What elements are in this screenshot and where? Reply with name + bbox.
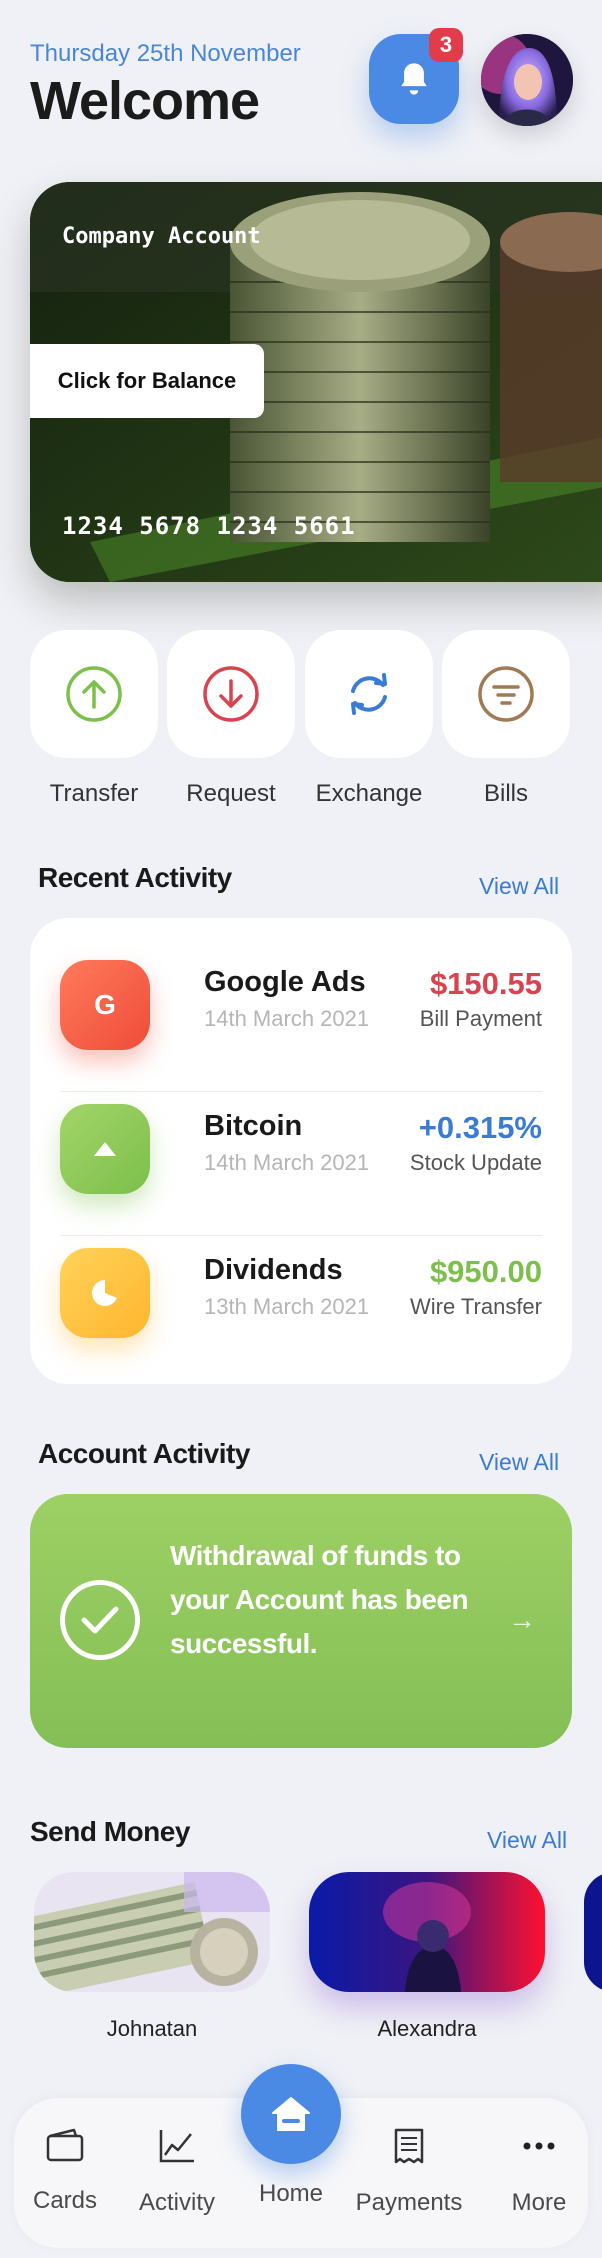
activity-amount: $150.55: [429, 966, 542, 1001]
activity-row-dividends[interactable]: Dividends 13th March 2021 $950.00 Wire T…: [60, 1236, 542, 1380]
account-card[interactable]: Company Account Click for Balance 1234 5…: [30, 182, 602, 582]
nav-cards[interactable]: Cards: [10, 2128, 120, 2215]
bills-action[interactable]: Bills: [442, 630, 570, 808]
activity-date: 14th March 2021: [204, 1150, 370, 1175]
nav-home-label[interactable]: Home: [241, 2180, 341, 2208]
contact-johnatan[interactable]: Johnatan: [34, 1872, 270, 2042]
contact-name: Alexandra: [377, 2016, 477, 2041]
filter-circle-icon: [478, 666, 534, 722]
account-activity-title: Account Activity: [38, 1438, 250, 1469]
nav-label: Activity: [138, 2189, 215, 2216]
contact-photo: [34, 1872, 270, 1992]
account-name: Company Account: [62, 224, 261, 249]
home-icon: [272, 2097, 310, 2131]
contact-alexandra[interactable]: Alexandra: [309, 1872, 545, 2042]
activity-type: Stock Update: [409, 1150, 542, 1175]
request-action[interactable]: Request: [167, 630, 295, 808]
nav-label: Payments: [355, 2189, 463, 2216]
account-activity-view-all-link[interactable]: View All: [479, 1449, 559, 1476]
avatar-image: [481, 34, 573, 126]
nav-payments[interactable]: Payments: [354, 2128, 464, 2217]
activity-name: Bitcoin: [204, 1110, 303, 1142]
pie-chart-icon: [60, 1248, 150, 1338]
account-activity-card[interactable]: Withdrawal of funds to your Account has …: [30, 1494, 572, 1748]
bills-label: Bills: [483, 780, 528, 807]
activity-amount: +0.315%: [418, 1110, 542, 1145]
nav-label: More: [511, 2189, 567, 2216]
triangle-up-icon: [60, 1104, 150, 1194]
recent-activity-title: Recent Activity: [38, 862, 232, 893]
request-label: Request: [186, 780, 276, 807]
request-button[interactable]: [167, 630, 295, 758]
bell-icon: [401, 63, 427, 95]
check-circle-icon: [60, 1580, 140, 1660]
arrow-down-circle-icon: [203, 666, 259, 722]
nav-label: Cards: [32, 2187, 98, 2214]
chart-line-icon: [159, 2130, 194, 2163]
arrow-up-circle-icon: [66, 666, 122, 722]
send-money-title: Send Money: [30, 1816, 190, 1847]
notification-badge: 3: [429, 28, 463, 62]
contact-name: Johnatan: [106, 2016, 198, 2041]
more-dots-icon: [523, 2142, 555, 2150]
recent-activity-card: G Google Ads 14th March 2021 $150.55 Bil…: [30, 918, 572, 1384]
send-money-view-all-link[interactable]: View All: [487, 1827, 567, 1854]
nav-home-button[interactable]: [241, 2064, 341, 2164]
contact-partial[interactable]: [584, 1872, 602, 1992]
transfer-action[interactable]: Transfer: [30, 630, 158, 808]
activity-type: Bill Payment: [419, 1006, 542, 1031]
exchange-button[interactable]: [305, 630, 433, 758]
contact-photo: [309, 1872, 545, 1992]
exchange-label: Exchange: [315, 780, 423, 807]
nav-activity[interactable]: Activity: [122, 2128, 232, 2217]
nav-more[interactable]: More: [484, 2128, 594, 2217]
avatar[interactable]: [481, 34, 573, 126]
activity-name: Google Ads: [204, 966, 366, 998]
activity-amount: $950.00: [429, 1254, 542, 1289]
activity-date: 13th March 2021: [204, 1294, 370, 1319]
transfer-label: Transfer: [49, 780, 139, 807]
transfer-button[interactable]: [30, 630, 158, 758]
receipt-icon: [394, 2128, 424, 2164]
activity-row-bitcoin[interactable]: Bitcoin 14th March 2021 +0.315% Stock Up…: [60, 1092, 542, 1236]
activity-name: Dividends: [204, 1254, 343, 1286]
activity-row-google-ads[interactable]: G Google Ads 14th March 2021 $150.55 Bil…: [60, 948, 542, 1092]
refresh-icon: [351, 673, 387, 715]
bills-button[interactable]: [442, 630, 570, 758]
activity-type: Wire Transfer: [409, 1294, 542, 1319]
activity-date: 14th March 2021: [204, 1006, 370, 1031]
recent-activity-view-all-link[interactable]: View All: [479, 873, 559, 900]
account-activity-message: Withdrawal of funds to your Account has …: [170, 1540, 469, 1659]
google-icon: G: [60, 960, 150, 1050]
page-title: Welcome: [30, 71, 260, 131]
exchange-action[interactable]: Exchange: [305, 630, 433, 808]
balance-button[interactable]: Click for Balance: [30, 344, 264, 418]
date-label: Thursday 25th November: [30, 40, 301, 67]
arrow-right-icon[interactable]: →: [508, 1604, 536, 1636]
wallet-icon: [46, 2128, 84, 2162]
card-number: 1234 5678 1234 5661: [62, 512, 356, 540]
